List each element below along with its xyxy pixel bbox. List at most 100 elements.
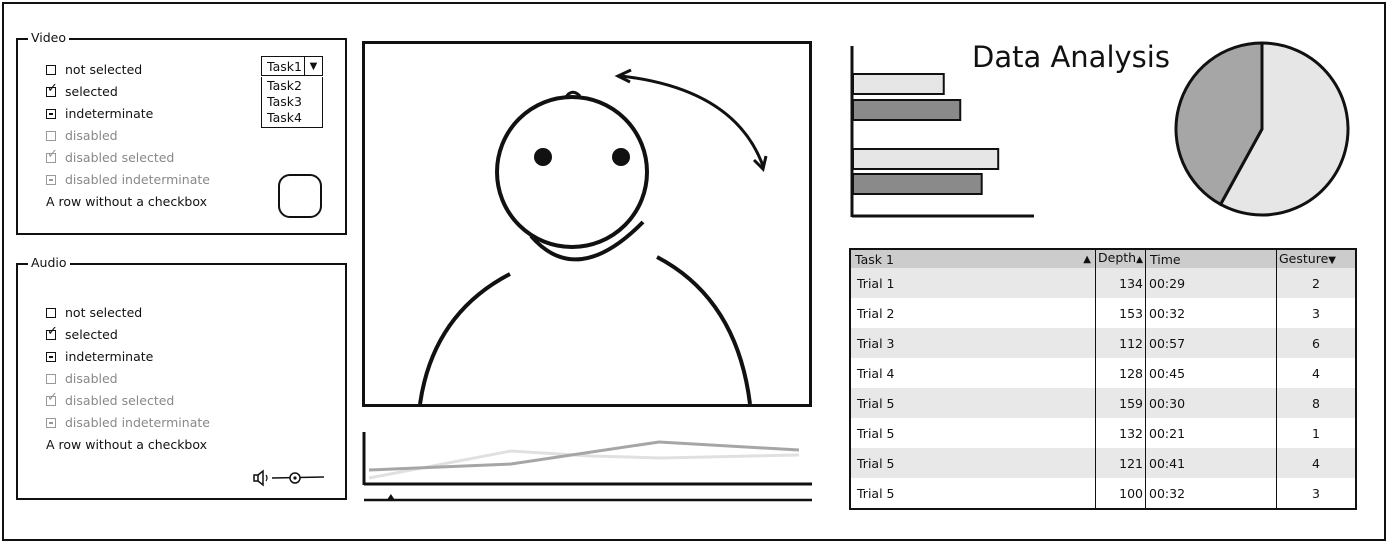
table-row[interactable]: Trial 1 134 00:29 2 [850, 268, 1356, 298]
table-row[interactable]: Trial 5 132 00:21 1 [850, 418, 1356, 448]
table-cell-task: Trial 3 [850, 328, 1096, 358]
checkbox-row[interactable]: ✓ selected [46, 82, 118, 102]
checkbox-row: ✓ disabled selected [46, 148, 174, 168]
audio-group: Audio not selected ✓ selected indeterminate… [16, 255, 347, 500]
table-cell-time: 00:30 [1145, 388, 1277, 418]
dropdown-option[interactable]: Task4 [267, 110, 322, 126]
table-cell-time: 00:32 [1145, 478, 1277, 509]
dropdown-arrow-icon[interactable]: ▼ [304, 57, 322, 75]
checkbox-indeterminate [46, 175, 56, 185]
video-group: Video not selected ✓ selected indeterminate… [16, 30, 347, 235]
checkbox [46, 131, 56, 141]
dash-icon [48, 179, 53, 181]
volume-slider[interactable] [252, 468, 328, 488]
task-dropdown-header[interactable]: Task1 ▼ [261, 56, 323, 76]
table-cell-time: 00:32 [1145, 298, 1277, 328]
check-icon: ✓ [47, 390, 58, 405]
task-dropdown-list: Task2 Task3 Task4 [261, 77, 323, 128]
table-cell-gesture: 4 [1276, 448, 1356, 478]
table-cell-time: 00:45 [1145, 358, 1277, 388]
column-header-depth[interactable]: Depth▲︎ [1095, 249, 1146, 268]
checkbox-row[interactable]: indeterminate [46, 347, 153, 367]
check-icon: ✓ [47, 81, 58, 96]
checkbox-checked[interactable]: ✓ [46, 81, 58, 97]
checkbox[interactable] [46, 308, 56, 318]
audio-group-title: Audio [28, 255, 70, 271]
volume-control[interactable] [252, 468, 328, 488]
checkbox [46, 374, 56, 384]
checkbox-label: disabled selected [65, 150, 175, 165]
check-icon: ✓ [47, 324, 58, 339]
table-cell-depth: 134 [1095, 268, 1146, 298]
checkbox-row[interactable]: indeterminate [46, 104, 153, 124]
table-cell-gesture: 8 [1276, 388, 1356, 418]
avatar-placeholder-image [418, 68, 768, 404]
checkbox-label: disabled indeterminate [65, 415, 210, 430]
video-plain-row-label: A row without a checkbox [46, 194, 208, 209]
table-row[interactable]: Trial 5 100 00:32 3 [850, 478, 1356, 509]
dash-icon [48, 422, 53, 424]
checkbox-row[interactable]: not selected [46, 60, 142, 80]
table-cell-depth: 100 [1095, 478, 1146, 509]
sort-asc-icon[interactable]: ▲ [1083, 252, 1091, 267]
table-cell-task: Trial 4 [857, 365, 895, 381]
audio-plain-row: A row without a checkbox [46, 435, 207, 455]
bar [852, 73, 945, 95]
column-header-task[interactable]: Task 1 ▲ [850, 249, 1096, 268]
checkbox-indeterminate[interactable] [46, 109, 56, 119]
table-cell-task: Trial 5 [850, 448, 1096, 478]
checkbox-label: selected [65, 84, 118, 99]
table-row[interactable]: Trial 5 121 00:41 4 [850, 448, 1356, 478]
table-cell-depth: 121 [1095, 448, 1146, 478]
table-cell-task: Trial 2 [857, 305, 895, 321]
table-row[interactable]: Trial 4 128 00:45 4 [850, 358, 1356, 388]
bar-chart [850, 46, 1034, 218]
checkbox-checked[interactable]: ✓ [46, 324, 58, 340]
checkbox-label: disabled selected [65, 393, 175, 408]
table-row[interactable]: Trial 5 159 00:30 8 [850, 388, 1356, 418]
round-button[interactable] [278, 174, 322, 218]
checkbox-row: ✓ disabled selected [46, 391, 174, 411]
table-cell-time: 00:57 [1145, 328, 1277, 358]
dropdown-option[interactable]: Task3 [267, 94, 322, 110]
checkbox-indeterminate [46, 418, 56, 428]
table-row[interactable]: Trial 2 153 00:32 3 [850, 298, 1356, 328]
sort-desc-icon[interactable]: ▼ [1328, 255, 1336, 266]
timeline-chart[interactable] [361, 430, 813, 505]
pie-chart [1174, 41, 1350, 217]
bar [852, 99, 962, 121]
checkbox-checked: ✓ [46, 148, 58, 163]
checkbox-row[interactable]: ✓ selected [46, 325, 118, 345]
checkbox-row: disabled indeterminate [46, 413, 210, 433]
table-cell-depth: 132 [1095, 418, 1146, 448]
column-header-time[interactable]: Time [1145, 249, 1277, 268]
column-header-label: Task 1 [855, 251, 894, 267]
table-cell-gesture: 3 [1276, 478, 1356, 509]
video-group-title: Video [28, 30, 70, 46]
speaker-icon [253, 469, 268, 487]
sort-both-icon[interactable]: ▲︎ [1136, 255, 1143, 265]
dash-icon [48, 113, 53, 115]
audio-plain-row-label: A row without a checkbox [46, 437, 208, 452]
checkbox-label: disabled [65, 128, 118, 143]
bar [852, 173, 983, 195]
column-header-label: Gesture [1279, 250, 1329, 266]
bar [852, 148, 1000, 170]
scrubber-thumb [386, 494, 395, 500]
checkbox-row[interactable]: not selected [46, 303, 142, 323]
checkbox-row: disabled indeterminate [46, 170, 210, 190]
checkbox-row: disabled [46, 369, 118, 389]
table-row[interactable]: Trial 3 112 00:57 6 [850, 328, 1356, 358]
trials-table: Task 1 ▲ Depth▲︎ Time Gesture▼ Trial 1 13… [849, 248, 1357, 510]
checkbox-indeterminate[interactable] [46, 352, 56, 362]
table-cell-depth: 112 [1095, 328, 1146, 358]
table-cell-time: 00:21 [1145, 418, 1277, 448]
table-cell-gesture: 4 [1276, 358, 1356, 388]
checkbox[interactable] [46, 65, 56, 75]
table-cell-gesture: 3 [1276, 298, 1356, 328]
video-player[interactable] [362, 41, 812, 407]
table-cell-depth: 159 [1095, 388, 1146, 418]
dropdown-option[interactable]: Task2 [267, 78, 322, 94]
column-header-gesture[interactable]: Gesture▼ [1276, 249, 1356, 268]
table-cell-task: Trial 5 [857, 425, 895, 441]
